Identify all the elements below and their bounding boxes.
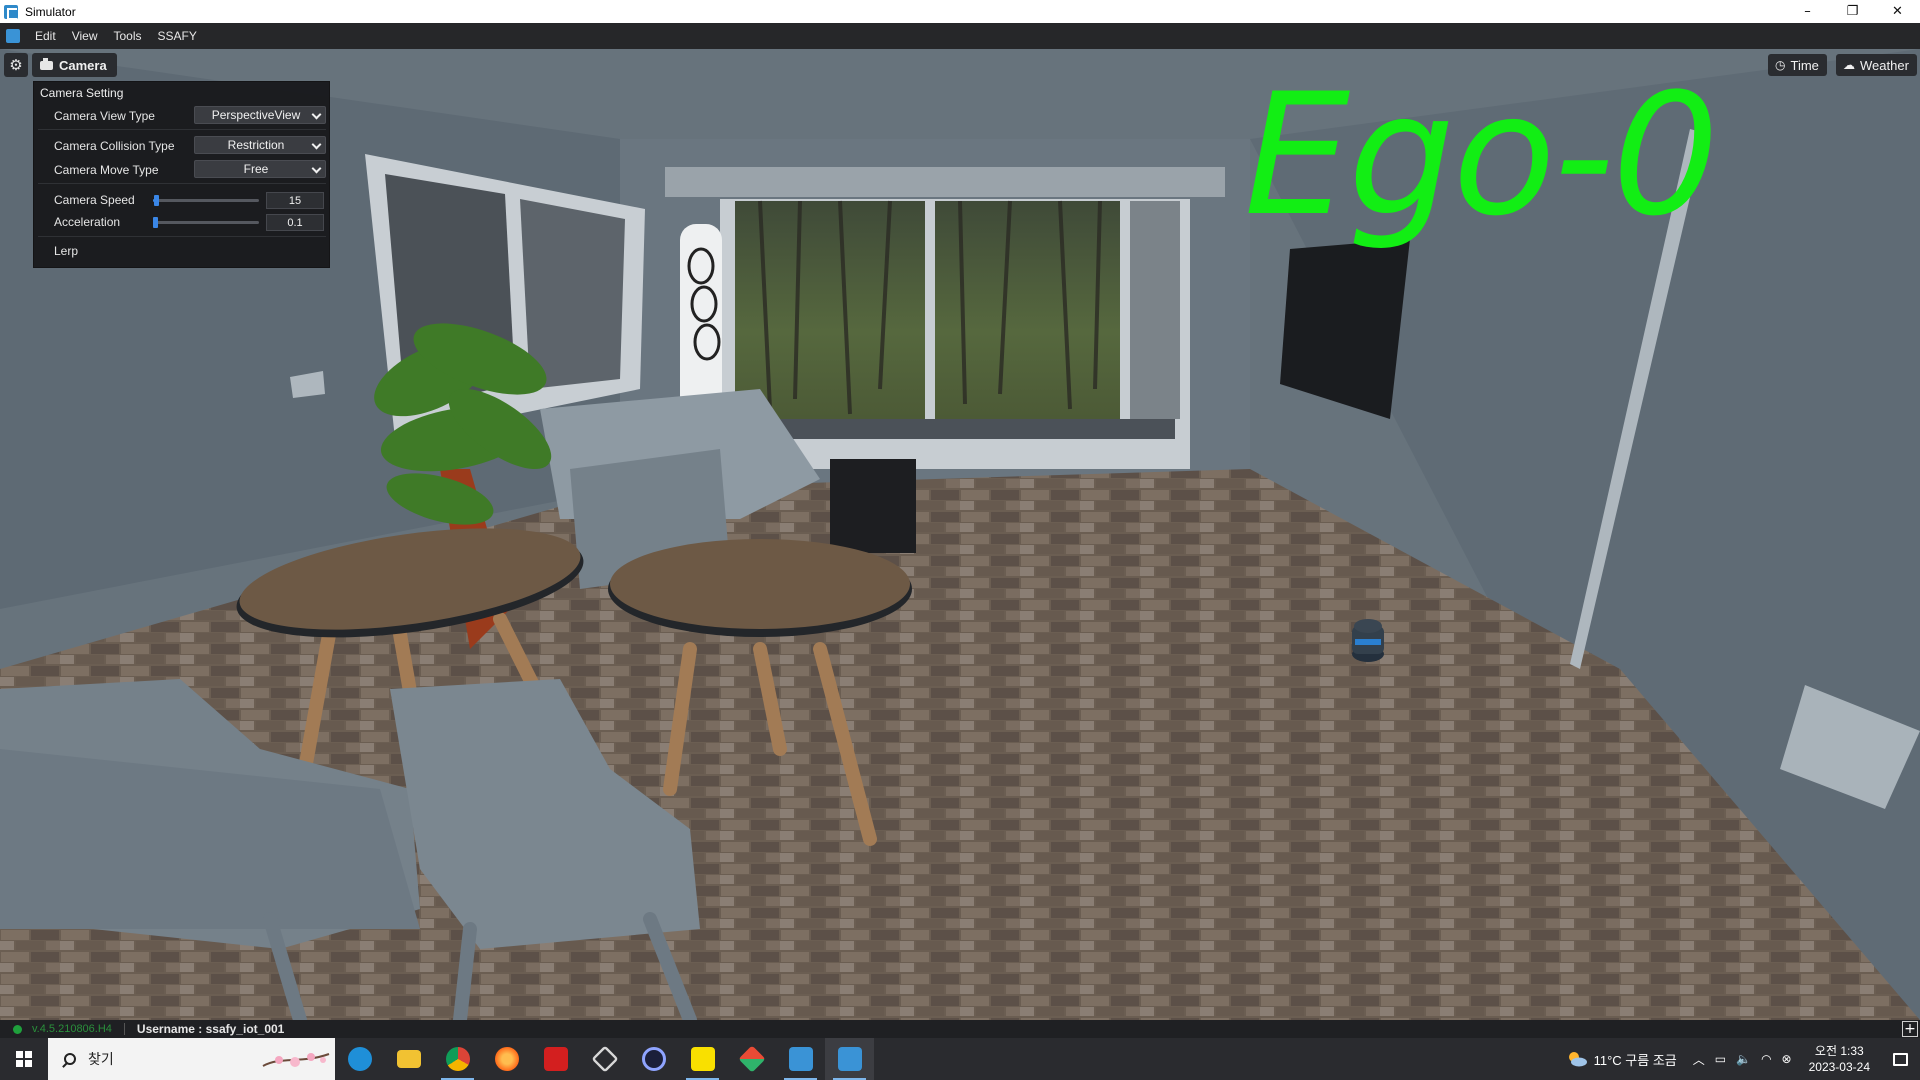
cloud-icon: ☁: [1843, 58, 1855, 72]
status-divider: [123, 1023, 125, 1035]
acceleration-label: Acceleration: [54, 215, 121, 229]
time-button[interactable]: ◷ Time: [1768, 54, 1827, 76]
clock-date: 2023-03-24: [1808, 1060, 1870, 1074]
username-text: Username : ssafy_iot_001: [136, 1022, 285, 1036]
settings-gear-button[interactable]: ⚙: [4, 53, 28, 77]
camera-move-type-value: Free: [243, 162, 269, 176]
taskbar-app-unity[interactable]: [580, 1038, 629, 1080]
partly-cloudy-icon: [1568, 1052, 1587, 1067]
clock-time: 오전 1:33: [1814, 1044, 1864, 1058]
status-bar: v.4.5.210806.H4 Username : ssafy_iot_001…: [0, 1020, 1920, 1038]
simulator-icon: [837, 1047, 862, 1071]
taskbar-app-edge[interactable]: [335, 1038, 384, 1080]
panel-divider: [38, 183, 326, 184]
clock-icon: ◷: [1775, 58, 1786, 72]
slider-track: [153, 199, 259, 202]
menu-tools[interactable]: Tools: [105, 23, 149, 49]
window-title: Simulator: [25, 4, 76, 19]
title-bar: Simulator – ❐ ✕: [0, 0, 1920, 23]
simulation-viewport[interactable]: ⚙ Camera Camera Setting Camera View Type…: [0, 49, 1920, 1020]
taskbar-app-clock[interactable]: [629, 1038, 678, 1080]
volume-icon[interactable]: 🔈: [1736, 1052, 1751, 1066]
camera-move-type-label: Camera Move Type: [54, 163, 159, 177]
connection-status-icon: [13, 1024, 22, 1034]
acrobat-icon: [543, 1047, 568, 1071]
firefox-icon: [494, 1047, 519, 1071]
taskbar-search-box[interactable]: 찾기: [48, 1038, 335, 1080]
chrome-icon: [445, 1047, 470, 1071]
cherry-blossom-decoration-icon: [262, 1053, 330, 1067]
notification-icon: [1892, 1052, 1908, 1066]
camera-view-type-label: Camera View Type: [54, 109, 155, 123]
app-icon: [4, 4, 18, 20]
acceleration-slider[interactable]: [153, 215, 259, 229]
camera-tab-button[interactable]: Camera: [32, 53, 117, 77]
add-button[interactable]: +: [1902, 1021, 1918, 1037]
camera-tab-label: Camera: [59, 57, 107, 73]
slider-handle[interactable]: [154, 195, 159, 206]
ego-vehicle-label: Ego-0: [1244, 57, 1719, 253]
taskbar-clock[interactable]: 오전 1:33 2023-03-24: [1809, 1043, 1870, 1075]
battery-icon[interactable]: ▭: [1715, 1052, 1726, 1066]
menu-ssafy[interactable]: SSAFY: [150, 23, 205, 49]
taskbar-app-firefox[interactable]: [482, 1038, 531, 1080]
panel-divider: [38, 129, 326, 130]
taskbar-app-acrobat[interactable]: [531, 1038, 580, 1080]
folder-icon: [396, 1050, 421, 1068]
notification-center-button[interactable]: [1880, 1038, 1920, 1080]
start-button[interactable]: [0, 1038, 48, 1080]
slider-handle[interactable]: [153, 217, 158, 228]
chevron-up-icon[interactable]: ︿: [1693, 1051, 1705, 1068]
camera-view-type-dropdown[interactable]: PerspectiveView: [194, 106, 326, 124]
panel-title: Camera Setting: [40, 86, 124, 100]
search-icon: [64, 1053, 76, 1065]
camera-collision-type-dropdown[interactable]: Restriction: [194, 136, 326, 154]
menu-view[interactable]: View: [64, 23, 106, 49]
windows-logo-icon: [16, 1051, 32, 1067]
unity-icon: [590, 1045, 619, 1073]
camera-move-type-dropdown[interactable]: Free: [194, 160, 326, 178]
close-button[interactable]: ✕: [1875, 0, 1920, 23]
menu-bar: Edit View Tools SSAFY: [0, 23, 1920, 49]
simulator-icon: [788, 1047, 813, 1071]
camera-view-type-value: PerspectiveView: [211, 108, 301, 122]
windows-taskbar: 찾기 11°C 구름 조금 ︿ ▭ 🔈 ◠ ⊗ 오전 1:33 2023-03-…: [0, 1038, 1920, 1080]
acceleration-input[interactable]: 0.1: [266, 214, 324, 231]
weather-text[interactable]: 11°C 구름 조금: [1594, 1050, 1677, 1069]
system-tray: 11°C 구름 조금 ︿ ▭ 🔈 ◠ ⊗ 오전 1:33 2023-03-24: [1566, 1038, 1920, 1080]
search-placeholder: 찾기: [88, 1051, 114, 1067]
app-logo-icon: [6, 29, 20, 43]
timer-icon: [641, 1047, 666, 1071]
menu-edit[interactable]: Edit: [27, 23, 64, 49]
panel-divider: [38, 236, 326, 237]
camera-speed-slider[interactable]: [153, 193, 259, 207]
minimize-button[interactable]: –: [1785, 0, 1830, 23]
gear-icon: ⚙: [9, 56, 23, 74]
taskbar-app-kakaotalk[interactable]: [678, 1038, 727, 1080]
camera-speed-input[interactable]: 15: [266, 192, 324, 209]
window-controls: – ❐ ✕: [1785, 0, 1920, 23]
network-blocked-icon[interactable]: ⊗: [1782, 1052, 1792, 1066]
edge-icon: [347, 1047, 372, 1071]
camera-speed-label: Camera Speed: [54, 193, 135, 207]
camera-setting-panel: Camera Setting Camera View Type Perspect…: [33, 81, 330, 268]
git-icon: [737, 1045, 766, 1073]
weather-label: Weather: [1860, 57, 1909, 73]
taskbar-app-simulator-active[interactable]: [825, 1038, 874, 1080]
lerp-toggle[interactable]: Lerp: [54, 244, 78, 258]
camera-collision-type-label: Camera Collision Type: [54, 139, 175, 153]
camera-icon: [40, 57, 53, 70]
taskbar-app-chrome[interactable]: [433, 1038, 482, 1080]
kakaotalk-icon: [690, 1047, 715, 1071]
weather-button[interactable]: ☁ Weather: [1836, 54, 1917, 76]
time-label: Time: [1790, 57, 1819, 73]
camera-collision-type-value: Restriction: [227, 138, 285, 152]
restore-button[interactable]: ❐: [1830, 0, 1875, 23]
wifi-icon[interactable]: ◠: [1761, 1052, 1771, 1066]
taskbar-app-sourcetree[interactable]: [727, 1038, 776, 1080]
taskbar-app-file-explorer[interactable]: [384, 1038, 433, 1080]
taskbar-app-simulator[interactable]: [776, 1038, 825, 1080]
slider-track: [153, 221, 259, 224]
version-text: v.4.5.210806.H4: [32, 1023, 112, 1035]
